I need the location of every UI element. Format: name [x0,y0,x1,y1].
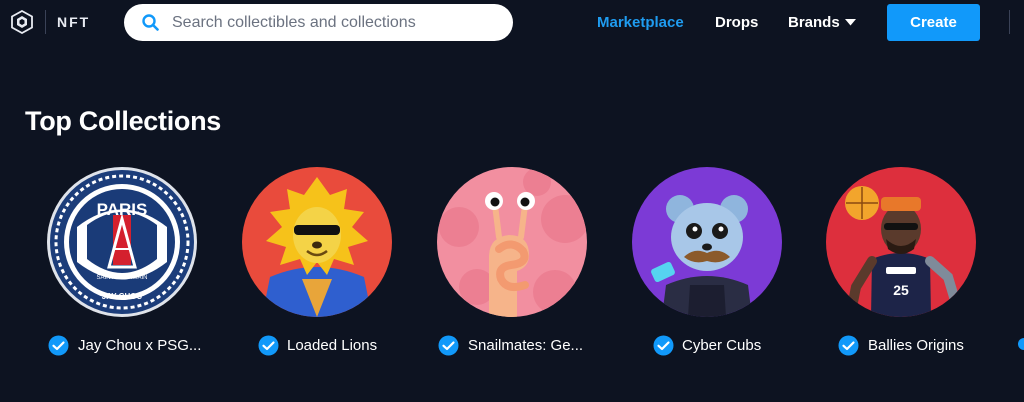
collection-avatar-ballies-origins[interactable]: 25 [826,167,976,317]
right-divider [1009,10,1010,34]
collection-card[interactable]: 25 Ballies Origins [806,167,996,367]
top-navigation-bar: NFT Marketplace Drops Brands Create [0,0,1024,46]
search-input[interactable] [170,12,494,34]
create-button[interactable]: Create [887,4,980,41]
collection-name[interactable]: Jay Chou x PSG... [78,337,201,354]
collection-card[interactable]: PARIS SAINT · GERMAIN JAY CHOU Jay Chou … [27,167,217,367]
next-collection-peek [1018,338,1024,350]
search-icon [142,14,159,31]
svg-text:SAINT · GERMAIN: SAINT · GERMAIN [97,275,148,281]
verified-badge-icon [258,335,279,356]
verified-badge-icon [838,335,859,356]
verified-badge-icon [48,335,69,356]
collection-card[interactable]: Snailmates: Ge... [417,167,607,367]
nav-marketplace-link[interactable]: Marketplace [597,14,684,31]
logo-divider [45,10,46,34]
collection-card[interactable]: Loaded Lions [222,167,412,367]
verified-badge-icon [438,335,459,356]
caret-down-icon[interactable] [845,19,856,26]
collection-avatar-snailmates[interactable] [437,167,587,317]
search-bar[interactable] [124,4,513,41]
nav-drops-link[interactable]: Drops [715,14,758,31]
collection-card[interactable]: Cyber Cubs [612,167,802,367]
svg-text:25: 25 [893,282,909,298]
collection-avatar-psg[interactable]: PARIS SAINT · GERMAIN JAY CHOU [47,167,197,317]
svg-text:JAY CHOU: JAY CHOU [102,292,143,301]
collection-avatar-cyber-cubs[interactable] [632,167,782,317]
collection-name[interactable]: Snailmates: Ge... [468,337,583,354]
section-title: Top Collections [25,106,221,136]
collection-name[interactable]: Loaded Lions [287,337,377,354]
crypto-com-shield-icon[interactable] [10,10,34,34]
collection-avatar-loaded-lions[interactable] [242,167,392,317]
collection-name[interactable]: Ballies Origins [868,337,964,354]
verified-badge-icon [653,335,674,356]
svg-text:PARIS: PARIS [97,200,148,219]
nav-brands-link[interactable]: Brands [788,14,840,31]
brand-label[interactable]: NFT [57,14,90,30]
collection-name[interactable]: Cyber Cubs [682,337,761,354]
